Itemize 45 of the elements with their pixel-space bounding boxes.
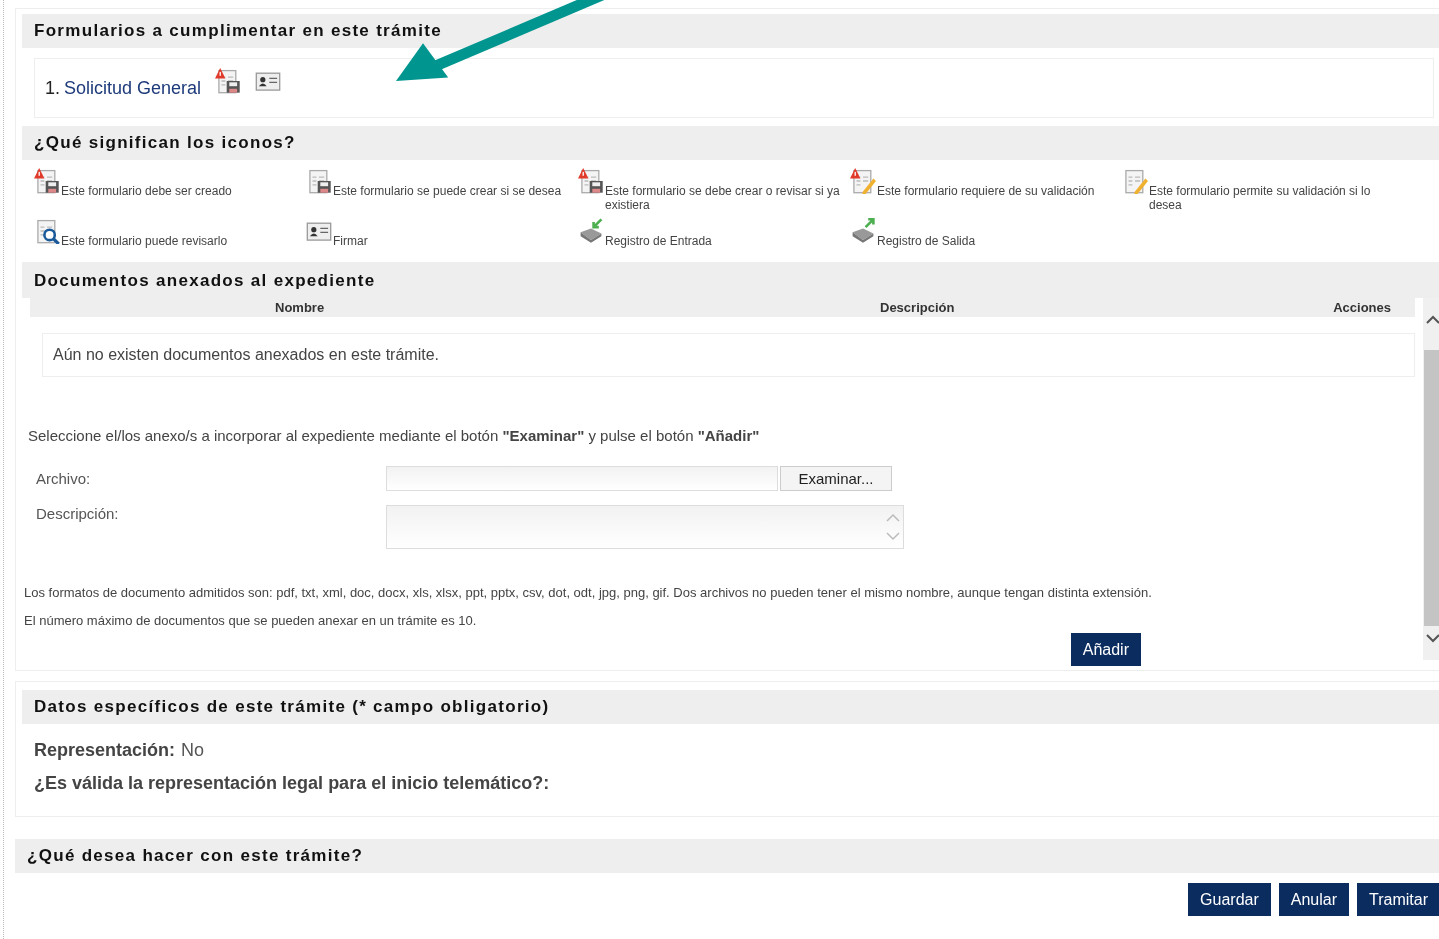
- warning-form-pencil-icon: [850, 168, 876, 194]
- field-label: Representación:: [34, 740, 176, 760]
- legend-text: Registro de Salida: [877, 233, 976, 248]
- section-heading: ¿Qué significan los iconos?: [22, 126, 1439, 160]
- action-button[interactable]: Guardar: [1188, 883, 1271, 916]
- action-button[interactable]: Anular: [1278, 883, 1350, 916]
- browse-button[interactable]: Examinar...: [780, 466, 892, 491]
- warning-form-disk-icon[interactable]: [215, 68, 242, 94]
- legend-text: Este formulario se debe crear o revisar si ya existiera: [605, 183, 841, 212]
- form-number: 1.: [45, 77, 60, 99]
- section-heading: ¿Qué desea hacer con este trámite?: [15, 839, 1439, 873]
- tray-arrow-in-icon: [578, 218, 604, 244]
- legend-text: Firmar: [333, 233, 368, 248]
- action-button[interactable]: Tramitar: [1357, 883, 1439, 916]
- form-disk-icon: [306, 168, 332, 194]
- legend-text: Este formulario requiere de su validación: [877, 183, 1095, 198]
- column-heading: Descripción: [880, 299, 955, 317]
- column-heading: Acciones: [1333, 299, 1391, 317]
- column-heading: Nombre: [275, 299, 325, 317]
- legend-text: Este formulario se puede crear si se desea: [333, 183, 562, 198]
- field-label: ¿Es válida la representación legal para el inicio telemático?:: [34, 773, 550, 793]
- description-field[interactable]: [386, 505, 904, 549]
- warning-form-disk-icon: [34, 168, 60, 194]
- tray-arrow-out-icon: [850, 218, 876, 244]
- field-label: Descripción:: [36, 505, 120, 522]
- form-pencil-icon: [1122, 168, 1148, 194]
- file-field[interactable]: [386, 466, 778, 491]
- legend-text: Este formulario debe ser creado: [61, 183, 232, 198]
- warning-form-disk-icon: [578, 168, 604, 194]
- scrollbar[interactable]: [1423, 298, 1439, 660]
- section-heading: Documentos anexados al expediente: [22, 264, 1439, 298]
- instructions-text: Seleccione el/los anexo/s a incorporar al expediente mediante el botón "Examinar" y pulse el botón "Añadir": [28, 427, 761, 444]
- form-link[interactable]: Solicitud General: [64, 77, 202, 99]
- formats-note: Los formatos de documento admitidos son: pdf, txt, xml, doc, docx, xls, xlsx, ppt, pptx, csv, dot, odt, jpg, png, gif. Dos archivos no pueden tener el mismo nombre, aunque tengan distinta extensión.: [24, 584, 1153, 602]
- legend-text: Este formulario permite su validación si lo desea: [1149, 183, 1372, 212]
- field-value: No: [181, 740, 205, 760]
- legend-text: Este formulario puede revisarlo: [61, 233, 228, 248]
- section-heading: Datos específicos de este trámite (* campo obligatorio): [22, 690, 1439, 724]
- section-heading: Formularios a cumplimentar en este trámite: [22, 14, 1439, 48]
- legend-text: Registro de Entrada: [605, 233, 712, 248]
- max-note: El número máximo de documentos que se pueden anexar en un trámite es 10.: [24, 612, 478, 630]
- add-button[interactable]: Añadir: [1070, 633, 1141, 666]
- field-label: Archivo:: [36, 470, 92, 487]
- empty-message: Aún no existen documentos anexados en este trámite.: [42, 333, 1415, 377]
- form-magnifier-icon: [34, 218, 60, 244]
